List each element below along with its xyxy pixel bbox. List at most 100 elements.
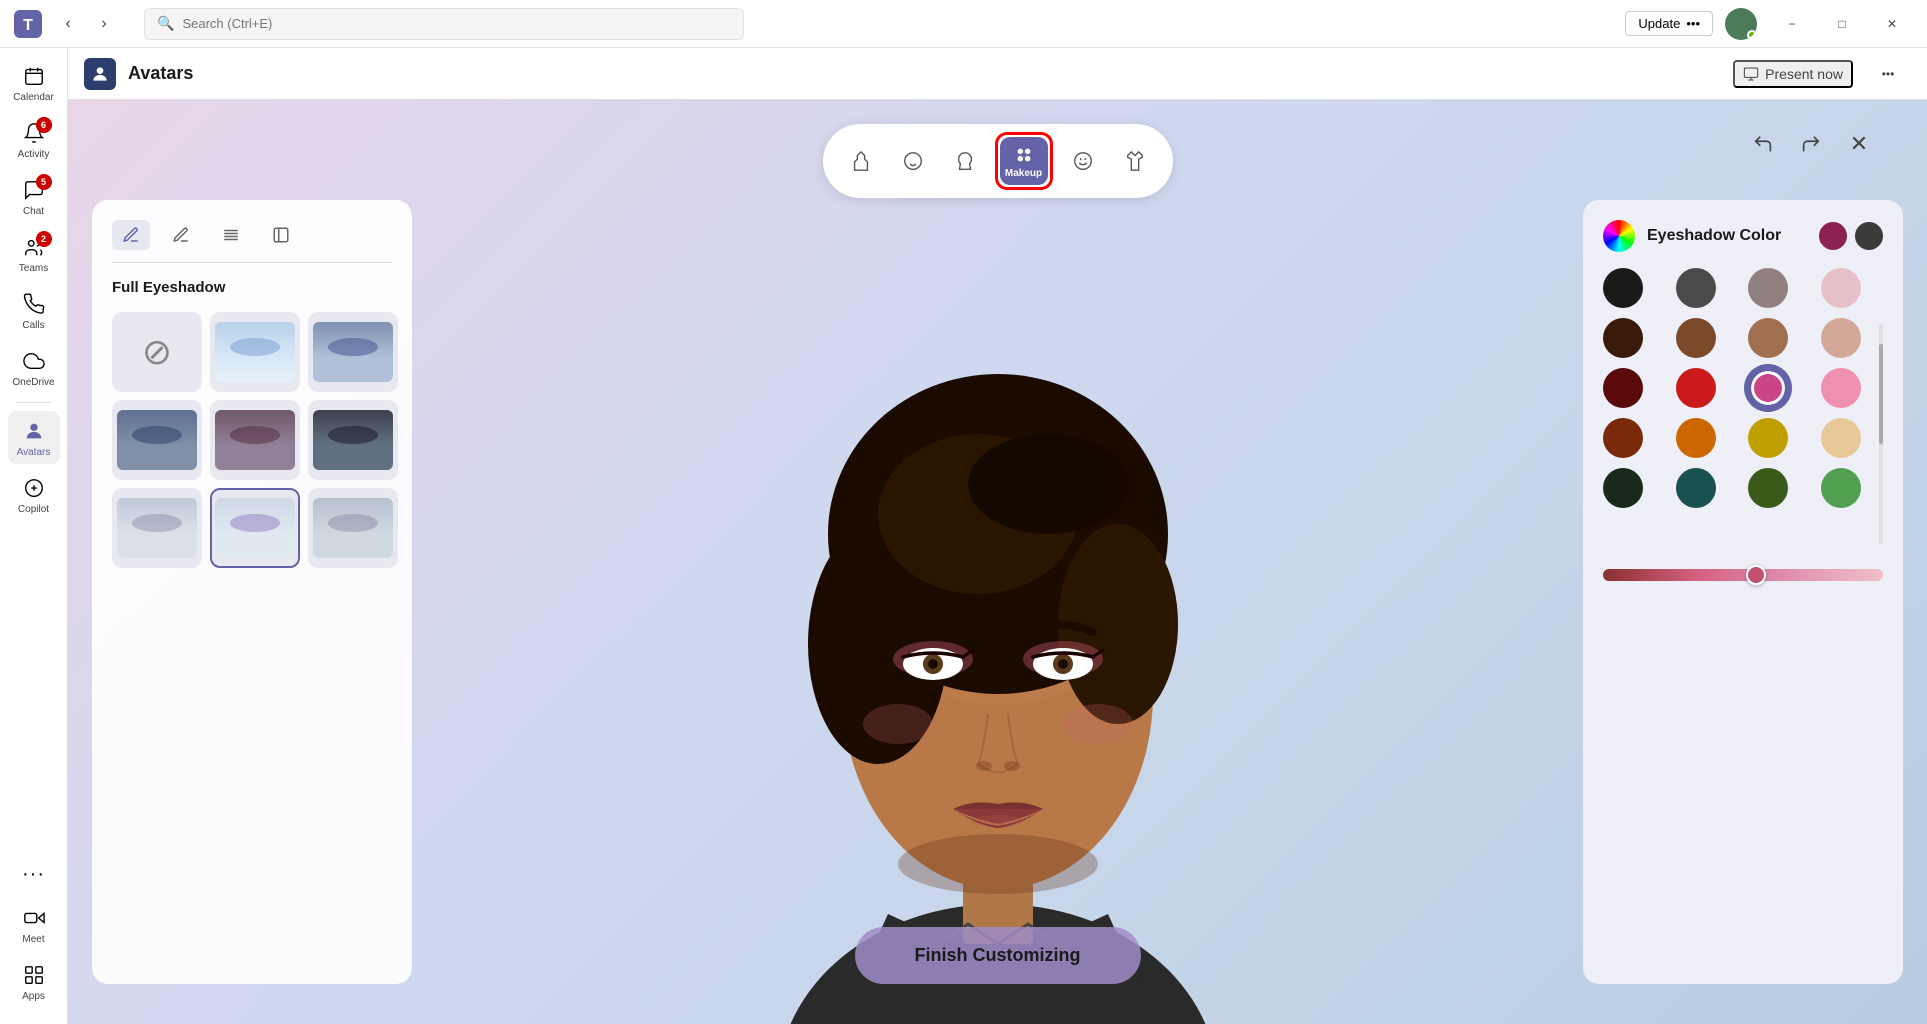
sidebar-bottom: ··· Meet Apps bbox=[8, 854, 60, 1016]
eyeshadow-grid: ⊘ bbox=[112, 312, 392, 568]
search-icon: 🔍 bbox=[157, 15, 174, 32]
color-intensity-slider[interactable] bbox=[1603, 569, 1883, 581]
maximize-button[interactable]: □ bbox=[1819, 8, 1865, 40]
color-red[interactable] bbox=[1676, 368, 1716, 408]
present-now-button[interactable]: Present now bbox=[1733, 60, 1853, 88]
eyeshadow-style2[interactable] bbox=[308, 312, 398, 392]
onedrive-label: OneDrive bbox=[12, 377, 54, 388]
title-bar-right: Update ••• − □ ✕ bbox=[1625, 8, 1915, 40]
sidebar-item-avatars[interactable]: Avatars bbox=[8, 411, 60, 464]
avatar-editor: Makeup ✕ bbox=[68, 100, 1927, 1024]
editor-right-toolbar: ✕ bbox=[1743, 124, 1879, 164]
color-medium-brown[interactable] bbox=[1676, 318, 1716, 358]
sidebar-item-calls[interactable]: Calls bbox=[8, 284, 60, 337]
title-bar: T ‹ › 🔍 Update ••• − □ ✕ bbox=[0, 0, 1927, 48]
close-button[interactable]: ✕ bbox=[1869, 8, 1915, 40]
eyeshadow-style3[interactable] bbox=[112, 400, 202, 480]
style7-preview bbox=[215, 498, 295, 558]
color-gold[interactable] bbox=[1748, 418, 1788, 458]
teams-label: Teams bbox=[19, 263, 48, 274]
tab3-icon bbox=[222, 226, 240, 244]
eyeshadow-style8[interactable] bbox=[308, 488, 398, 568]
sidebar-item-chat[interactable]: 5 Chat bbox=[8, 170, 60, 223]
color-dark-green[interactable] bbox=[1603, 468, 1643, 508]
color-peach[interactable] bbox=[1821, 318, 1861, 358]
color-blush[interactable] bbox=[1821, 268, 1861, 308]
color-section-title: Eyeshadow Color bbox=[1647, 227, 1807, 245]
style5-preview bbox=[313, 410, 393, 470]
panel-tab-1[interactable] bbox=[112, 220, 150, 250]
selected-color-secondary[interactable] bbox=[1855, 222, 1883, 250]
selected-color-primary[interactable] bbox=[1819, 222, 1847, 250]
eyeshadow-none[interactable]: ⊘ bbox=[112, 312, 202, 392]
activity-icon: 6 6 bbox=[20, 119, 48, 147]
eyeshadow-style7[interactable] bbox=[210, 488, 300, 568]
app-header-right: Present now ••• bbox=[1733, 58, 1911, 90]
color-rust[interactable] bbox=[1603, 418, 1643, 458]
eyeshadow-style6[interactable] bbox=[112, 488, 202, 568]
color-wheel-icon bbox=[1603, 220, 1635, 252]
redo-button[interactable] bbox=[1791, 124, 1831, 164]
color-pink-selected[interactable] bbox=[1748, 368, 1788, 408]
scrollbar-track bbox=[1879, 324, 1883, 544]
eyeshadow-style1[interactable] bbox=[210, 312, 300, 392]
sidebar-item-activity[interactable]: 6 6 Activity bbox=[8, 113, 60, 166]
update-button[interactable]: Update ••• bbox=[1625, 11, 1713, 36]
sidebar-item-calendar[interactable]: Calendar bbox=[8, 56, 60, 109]
color-olive[interactable] bbox=[1748, 468, 1788, 508]
color-dark-red[interactable] bbox=[1603, 368, 1643, 408]
eyeshadow-style4[interactable] bbox=[210, 400, 300, 480]
minimize-button[interactable]: − bbox=[1769, 8, 1815, 40]
panel-tab-3[interactable] bbox=[212, 220, 250, 250]
svg-text:T: T bbox=[23, 17, 33, 34]
content-area: Avatars Present now ••• bbox=[68, 48, 1927, 1024]
present-icon bbox=[1743, 66, 1759, 82]
color-black[interactable] bbox=[1603, 268, 1643, 308]
onedrive-icon bbox=[20, 347, 48, 375]
activity-label: Activity bbox=[18, 149, 50, 160]
color-medium-green[interactable] bbox=[1821, 468, 1861, 508]
app-logo: T bbox=[12, 8, 44, 40]
color-light-pink[interactable] bbox=[1821, 368, 1861, 408]
color-slider-section bbox=[1603, 568, 1883, 586]
online-status-dot bbox=[1747, 30, 1757, 40]
color-tan[interactable] bbox=[1821, 418, 1861, 458]
color-orange[interactable] bbox=[1676, 418, 1716, 458]
calendar-icon bbox=[20, 62, 48, 90]
sidebar-item-teams[interactable]: 2 Teams bbox=[8, 227, 60, 280]
sidebar-item-copilot[interactable]: Copilot bbox=[8, 468, 60, 521]
sidebar-item-apps[interactable]: Apps bbox=[8, 955, 60, 1008]
tab4-icon bbox=[272, 226, 290, 244]
sidebar-item-onedrive[interactable]: OneDrive bbox=[8, 341, 60, 394]
sidebar-item-more[interactable]: ··· bbox=[8, 854, 60, 894]
chat-badge: 5 bbox=[36, 174, 52, 190]
style2-preview bbox=[313, 322, 393, 382]
color-grid bbox=[1603, 268, 1883, 508]
search-bar[interactable]: 🔍 bbox=[144, 8, 744, 40]
calls-label: Calls bbox=[22, 320, 44, 331]
color-dark-gray[interactable] bbox=[1676, 268, 1716, 308]
back-button[interactable]: ‹ bbox=[52, 8, 84, 40]
copilot-icon bbox=[20, 474, 48, 502]
color-dark-brown[interactable] bbox=[1603, 318, 1643, 358]
window-controls: − □ ✕ bbox=[1769, 8, 1915, 40]
style6-preview bbox=[117, 498, 197, 558]
right-panel-header: Eyeshadow Color bbox=[1603, 220, 1883, 252]
eyeshadow-style5[interactable] bbox=[308, 400, 398, 480]
header-more-button[interactable]: ••• bbox=[1865, 58, 1911, 90]
undo-button[interactable] bbox=[1743, 124, 1783, 164]
panel-tab-4[interactable] bbox=[262, 220, 300, 250]
color-gray[interactable] bbox=[1748, 268, 1788, 308]
color-light-brown[interactable] bbox=[1748, 318, 1788, 358]
panel-tab-2[interactable] bbox=[162, 220, 200, 250]
finish-customizing-button[interactable]: Finish Customizing bbox=[855, 927, 1141, 984]
forward-button[interactable]: › bbox=[88, 8, 120, 40]
scrollbar-thumb[interactable] bbox=[1879, 344, 1883, 444]
sidebar-item-meet[interactable]: Meet bbox=[8, 898, 60, 951]
activity-badge: 6 bbox=[36, 117, 52, 133]
search-input[interactable] bbox=[182, 16, 731, 31]
close-editor-button[interactable]: ✕ bbox=[1839, 124, 1879, 164]
teams-badge: 2 bbox=[36, 231, 52, 247]
color-teal[interactable] bbox=[1676, 468, 1716, 508]
teams-icon: 2 bbox=[20, 233, 48, 261]
